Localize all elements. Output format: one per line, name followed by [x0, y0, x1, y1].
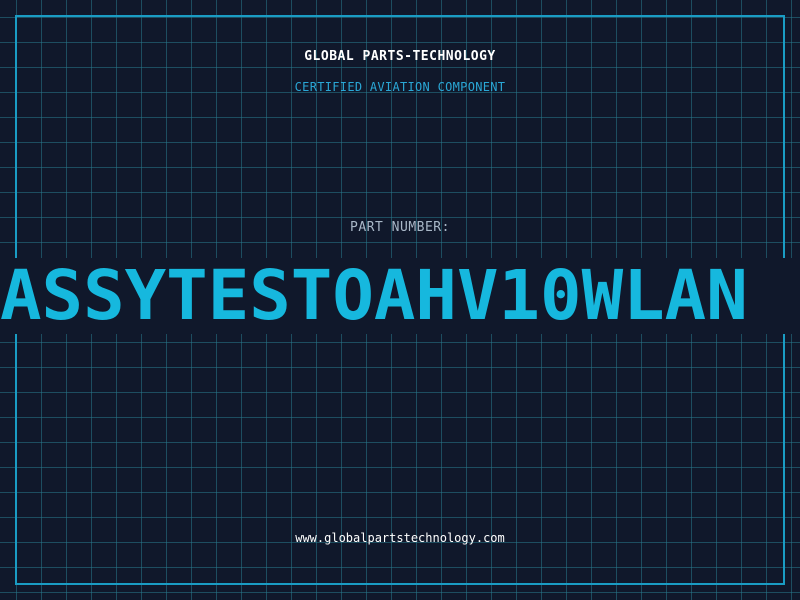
part-number-value: ASSYTESTOAHV10WLAN: [0, 258, 748, 334]
certification-subtitle: CERTIFIED AVIATION COMPONENT: [294, 80, 506, 94]
part-number-label: PART NUMBER:: [350, 220, 450, 235]
company-name: GLOBAL PARTS-TECHNOLOGY: [304, 49, 496, 64]
part-number-band: ASSYTESTOAHV10WLAN: [0, 258, 800, 334]
website-url: www.globalpartstechnology.com: [295, 531, 505, 545]
